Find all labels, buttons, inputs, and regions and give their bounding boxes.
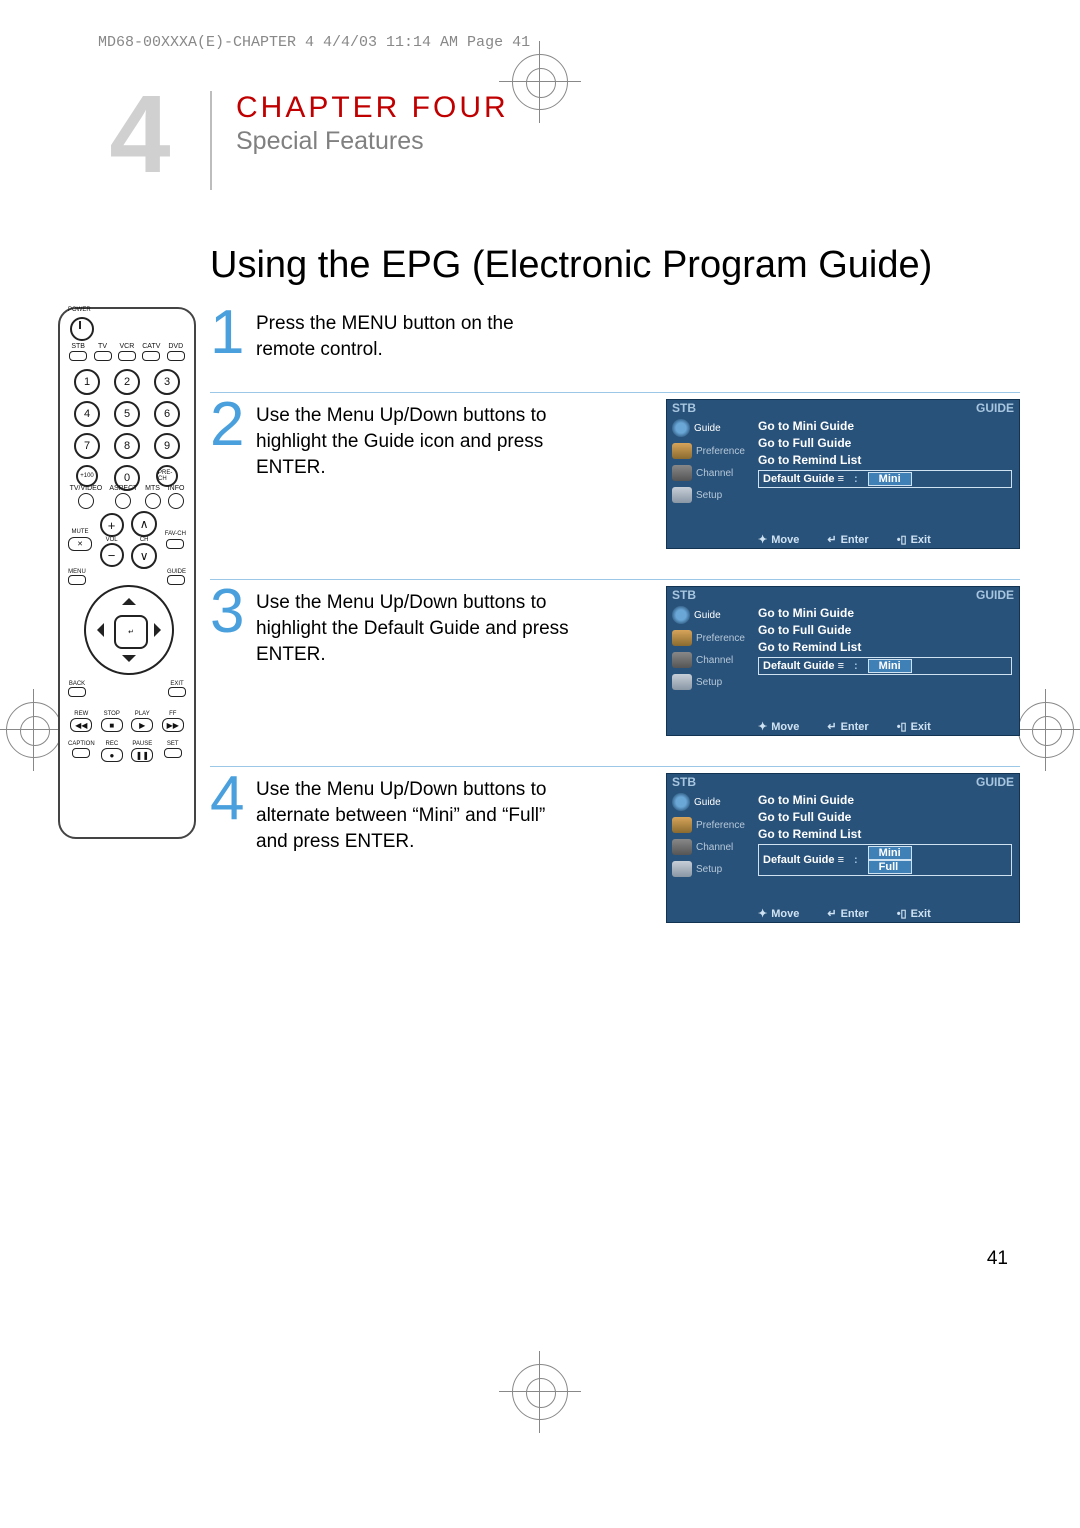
page-number: 41 [987,1248,1008,1270]
chapter-label: CHAPTER FOUR [236,91,509,125]
chevron-down-icon: ∨ [131,543,157,569]
registration-mark-icon [512,54,568,110]
globe-icon [672,793,690,811]
instruction-step: 4 Use the Menu Up/Down buttons to altern… [210,766,1020,923]
osd-screenshot-guide: STBGUIDE Guide Preference Channel Setup … [666,399,1020,549]
step-text: Use the Menu Up/Down buttons to alternat… [256,773,576,854]
osd-screenshot-guide-dropdown: STBGUIDE Guide Preference Channel Setup … [666,773,1020,923]
step-text: Use the Menu Up/Down buttons to highligh… [256,586,576,667]
instruction-step: 3 Use the Menu Up/Down buttons to highli… [210,579,1020,736]
step-number: 3 [210,586,256,639]
move-icon: ✦ [758,534,767,546]
step-text: Press the MENU button on the remote cont… [256,307,576,362]
chapter-subtitle: Special Features [236,127,509,156]
chevron-up-icon: ∧ [131,511,157,537]
channel-icon [672,652,692,668]
enter-icon: ↵ [114,615,148,649]
gear-icon [672,861,692,877]
registration-mark-icon [1018,702,1074,758]
dpad-icon: ↵ [84,585,174,675]
preference-icon [672,630,692,646]
gear-icon [672,487,692,503]
step-text: Use the Menu Up/Down buttons to highligh… [256,399,576,480]
step-number: 2 [210,399,256,452]
globe-icon [672,606,690,624]
mute-icon: ✕ [68,537,92,551]
enter-icon: ↵ [827,721,836,733]
move-icon: ✦ [758,721,767,733]
channel-icon [672,839,692,855]
power-icon [70,317,94,341]
preference-icon [672,443,692,459]
chapter-number: 4 [70,85,210,184]
step-number: 4 [210,773,256,826]
channel-icon [672,465,692,481]
preference-icon [672,817,692,833]
move-icon: ✦ [758,908,767,920]
instruction-step: 2 Use the Menu Up/Down buttons to highli… [210,392,1020,549]
exit-icon: •▯ [897,721,907,733]
step-number: 1 [210,307,256,360]
remote-control-illustration: POWER STB TV VCR CATV DVD 1 2 3 4 5 6 7 [58,307,196,839]
globe-icon [672,419,690,437]
gear-icon [672,674,692,690]
registration-mark-icon [6,702,62,758]
osd-screenshot-guide: STBGUIDE Guide Preference Channel Setup … [666,586,1020,736]
section-title: Using the EPG (Electronic Program Guide) [210,244,1080,287]
exit-icon: •▯ [897,908,907,920]
registration-mark-icon [512,1364,568,1420]
exit-icon: •▯ [897,534,907,546]
enter-icon: ↵ [827,534,836,546]
doc-header-meta: MD68-00XXXA(E)-CHAPTER 4 4/4/03 11:14 AM… [0,0,1080,51]
enter-icon: ↵ [827,908,836,920]
instruction-step: 1 Press the MENU button on the remote co… [210,307,1020,362]
